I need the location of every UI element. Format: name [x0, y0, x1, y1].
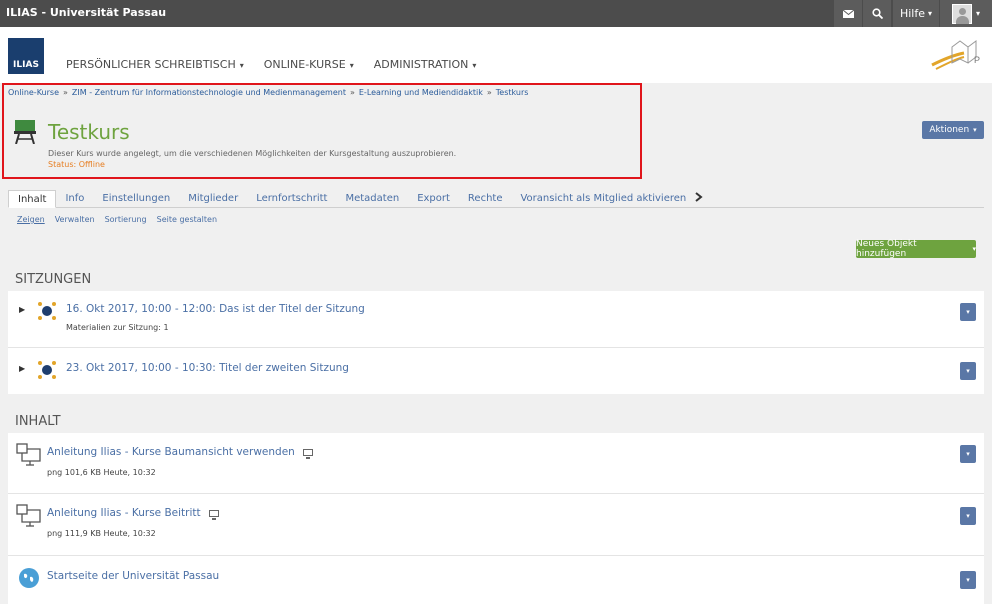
subtab-sortierung[interactable]: Sortierung: [105, 215, 147, 224]
session-title[interactable]: 16. Okt 2017, 10:00 - 12:00: Das ist der…: [66, 303, 365, 315]
list-item: Startseite der Universität Passau ▾: [8, 556, 984, 604]
monitor-icon: [208, 510, 219, 520]
subtab-seite-gestalten[interactable]: Seite gestalten: [157, 215, 217, 224]
chevron-down-icon: ▾: [349, 61, 354, 70]
sessions-panel: ▶ 16. Okt 2017, 10:00 - 12:00: Das ist d…: [8, 291, 984, 394]
list-item: Anleitung Ilias - Kurse Beitritt png 111…: [8, 494, 984, 556]
monitor-icon: [302, 449, 313, 459]
session-icon: [38, 361, 56, 379]
envelope-icon: [842, 9, 854, 18]
user-menu[interactable]: ▾: [940, 0, 992, 27]
tab-lernfortschritt[interactable]: Lernfortschritt: [247, 190, 336, 208]
svg-text:P: P: [974, 55, 980, 65]
main-header: ILIAS PERSÖNLICHER SCHREIBTISCH ▾ ONLINE-…: [0, 27, 992, 83]
content-title-text: Anleitung Ilias - Kurse Baumansicht verw…: [47, 446, 295, 458]
chevron-down-icon: ▾: [966, 367, 970, 375]
item-actions-dropdown[interactable]: ▾: [960, 362, 976, 380]
item-actions-dropdown[interactable]: ▾: [960, 303, 976, 321]
chevron-down-icon: ▾: [472, 61, 477, 70]
mail-button[interactable]: [834, 0, 862, 27]
nav-personal-desktop[interactable]: PERSÖNLICHER SCHREIBTISCH ▾: [66, 58, 244, 71]
content-title[interactable]: Anleitung Ilias - Kurse Beitritt: [47, 507, 219, 520]
sessions-heading: SITZUNGEN: [15, 272, 92, 287]
session-title[interactable]: 23. Okt 2017, 10:00 - 10:30: Titel der z…: [66, 362, 349, 374]
content-title[interactable]: Anleitung Ilias - Kurse Baumansicht verw…: [47, 446, 313, 459]
content-heading: INHALT: [15, 414, 61, 429]
page-title: Testkurs: [48, 120, 130, 144]
item-actions-dropdown[interactable]: ▾: [960, 571, 976, 589]
nav-online-courses[interactable]: ONLINE-KURSE ▾: [264, 58, 354, 71]
chevron-down-icon: ▾: [928, 9, 933, 18]
expand-icon[interactable]: ▶: [19, 305, 25, 314]
chevron-down-icon: ▾: [966, 308, 970, 316]
chevron-down-icon: ▾: [239, 61, 244, 70]
chevron-down-icon: ▾: [966, 512, 970, 520]
tab-einstellungen[interactable]: Einstellungen: [93, 190, 179, 208]
search-button[interactable]: [863, 0, 891, 27]
tab-metadaten[interactable]: Metadaten: [336, 190, 408, 208]
file-icon: [16, 443, 41, 466]
course-description: Dieser Kurs wurde angelegt, um die versc…: [48, 149, 457, 158]
status-badge: Status: Offline: [48, 160, 105, 169]
nav-label: PERSÖNLICHER SCHREIBTISCH: [66, 58, 236, 71]
actions-button[interactable]: Aktionen ▾: [922, 121, 984, 139]
weblink-title[interactable]: Startseite der Universität Passau: [47, 570, 219, 582]
chevron-down-icon: ▾: [972, 245, 976, 253]
chevron-down-icon: ▾: [973, 126, 977, 134]
chevron-down-icon: ▾: [975, 9, 980, 18]
chevron-right-icon[interactable]: [695, 190, 703, 207]
session-icon: [38, 302, 56, 320]
nav-administration[interactable]: ADMINISTRATION ▾: [374, 58, 477, 71]
tab-preview-member[interactable]: Voransicht als Mitglied aktivieren: [511, 190, 695, 208]
add-object-button[interactable]: Neues Objekt hinzufügen ▾: [856, 239, 976, 259]
tab-bar: Inhalt Info Einstellungen Mitglieder Ler…: [8, 190, 984, 208]
expand-icon[interactable]: ▶: [19, 364, 25, 373]
add-object-label: Neues Objekt hinzufügen: [856, 239, 917, 259]
course-icon: [14, 120, 36, 144]
item-actions-dropdown[interactable]: ▾: [960, 445, 976, 463]
search-icon: [871, 8, 883, 19]
tab-info[interactable]: Info: [56, 190, 93, 208]
content-title-text: Anleitung Ilias - Kurse Beitritt: [47, 507, 201, 519]
actions-button-label: Aktionen: [929, 125, 970, 135]
university-passau-logo[interactable]: P: [930, 37, 982, 71]
installation-title[interactable]: ILIAS - Universität Passau: [6, 6, 166, 19]
tab-inhalt[interactable]: Inhalt: [8, 190, 57, 208]
list-item: Anleitung Ilias - Kurse Baumansicht verw…: [8, 433, 984, 494]
help-label: Hilfe: [899, 7, 925, 20]
file-meta: png 101,6 KB Heute, 10:32: [47, 468, 156, 477]
weblink-icon: [19, 568, 39, 588]
file-meta: png 111,9 KB Heute, 10:32: [47, 529, 156, 538]
nav-label: ONLINE-KURSE: [263, 58, 346, 71]
main-menu: PERSÖNLICHER SCHREIBTISCH ▾ ONLINE-KURSE ▾…: [66, 58, 476, 71]
chevron-down-icon: ▾: [966, 450, 970, 458]
nav-label: ADMINISTRATION: [373, 58, 469, 71]
file-icon: [16, 504, 41, 527]
subtab-zeigen[interactable]: Zeigen: [17, 215, 45, 224]
session-meta: Materialien zur Sitzung: 1: [66, 323, 169, 332]
chevron-down-icon: ▾: [966, 576, 970, 584]
item-actions-dropdown[interactable]: ▾: [960, 507, 976, 525]
tab-rechte[interactable]: Rechte: [459, 190, 512, 208]
subtab-verwalten[interactable]: Verwalten: [55, 215, 95, 224]
list-item: ▶ 16. Okt 2017, 10:00 - 12:00: Das ist d…: [8, 291, 984, 348]
sub-tabs: Zeigen Verwalten Sortierung Seite gestal…: [17, 215, 217, 224]
help-menu[interactable]: Hilfe ▾: [893, 0, 939, 27]
top-bar: ILIAS - Universität Passau Hilfe ▾ ▾: [0, 0, 992, 27]
list-item: ▶ 23. Okt 2017, 10:00 - 10:30: Titel der…: [8, 348, 984, 394]
content-panel: Anleitung Ilias - Kurse Baumansicht verw…: [8, 433, 984, 604]
avatar: [951, 3, 972, 24]
tab-export[interactable]: Export: [408, 190, 459, 208]
tab-mitglieder[interactable]: Mitglieder: [179, 190, 247, 208]
ilias-logo[interactable]: ILIAS: [8, 38, 44, 74]
